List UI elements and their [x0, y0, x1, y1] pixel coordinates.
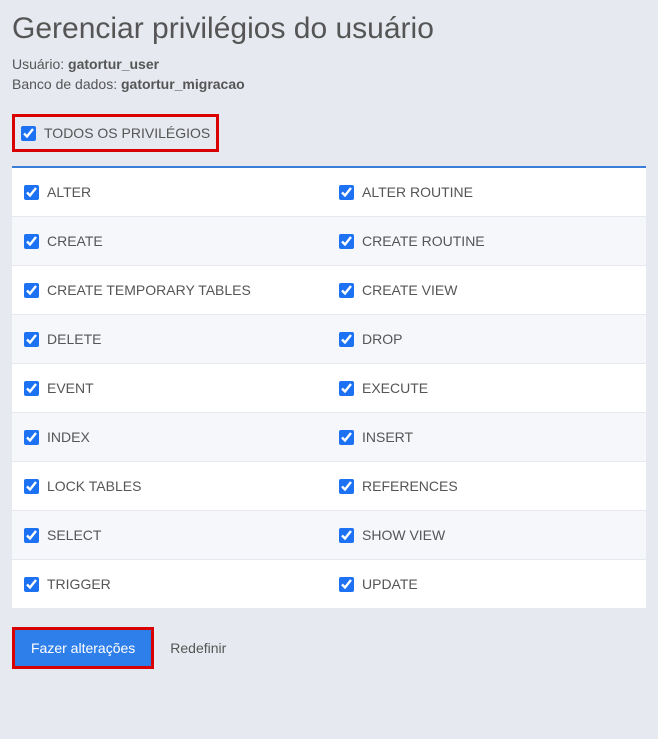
- privilege-label: LOCK TABLES: [47, 478, 141, 494]
- reset-button[interactable]: Redefinir: [170, 640, 226, 656]
- privilege-cell: DROP: [329, 315, 646, 363]
- privilege-checkbox[interactable]: [339, 234, 354, 249]
- page-title: Gerenciar privilégios do usuário: [12, 12, 646, 46]
- privilege-row: EVENT EXECUTE: [12, 364, 646, 413]
- privilege-cell: ALTER ROUTINE: [329, 168, 646, 216]
- privilege-label: EVENT: [47, 380, 94, 396]
- database-line: Banco de dados: gatortur_migracao: [12, 76, 646, 92]
- privilege-checkbox[interactable]: [339, 528, 354, 543]
- user-label: Usuário:: [12, 56, 64, 72]
- privilege-label: DELETE: [47, 331, 101, 347]
- privilege-checkbox[interactable]: [24, 283, 39, 298]
- privilege-cell: EXECUTE: [329, 364, 646, 412]
- privilege-checkbox[interactable]: [339, 430, 354, 445]
- privilege-cell: CREATE ROUTINE: [329, 217, 646, 265]
- privilege-checkbox[interactable]: [24, 577, 39, 592]
- save-button[interactable]: Fazer alterações: [12, 627, 154, 669]
- all-privileges-label: TODOS OS PRIVILÉGIOS: [44, 125, 210, 141]
- privilege-cell: EVENT: [12, 364, 329, 412]
- privilege-cell: CREATE TEMPORARY TABLES: [12, 266, 329, 314]
- privilege-row: LOCK TABLES REFERENCES: [12, 462, 646, 511]
- privilege-checkbox[interactable]: [24, 332, 39, 347]
- privilege-row: CREATE TEMPORARY TABLES CREATE VIEW: [12, 266, 646, 315]
- privilege-cell: REFERENCES: [329, 462, 646, 510]
- privilege-cell: TRIGGER: [12, 560, 329, 608]
- privilege-row: ALTER ALTER ROUTINE: [12, 168, 646, 217]
- privilege-label: ALTER ROUTINE: [362, 184, 473, 200]
- privilege-cell: INSERT: [329, 413, 646, 461]
- privilege-row: DELETE DROP: [12, 315, 646, 364]
- database-label: Banco de dados:: [12, 76, 117, 92]
- privilege-checkbox[interactable]: [24, 234, 39, 249]
- user-line: Usuário: gatortur_user: [12, 56, 646, 72]
- privilege-label: CREATE ROUTINE: [362, 233, 485, 249]
- privilege-cell: UPDATE: [329, 560, 646, 608]
- privilege-row: CREATE CREATE ROUTINE: [12, 217, 646, 266]
- privilege-label: EXECUTE: [362, 380, 428, 396]
- privilege-cell: DELETE: [12, 315, 329, 363]
- all-privileges-checkbox[interactable]: [21, 126, 36, 141]
- privilege-checkbox[interactable]: [24, 430, 39, 445]
- privilege-label: INSERT: [362, 429, 413, 445]
- privilege-label: UPDATE: [362, 576, 418, 592]
- privilege-row: TRIGGER UPDATE: [12, 560, 646, 609]
- privilege-label: CREATE VIEW: [362, 282, 457, 298]
- privilege-checkbox[interactable]: [24, 528, 39, 543]
- privilege-row: SELECT SHOW VIEW: [12, 511, 646, 560]
- privilege-label: ALTER: [47, 184, 91, 200]
- all-privileges-row: TODOS OS PRIVILÉGIOS: [12, 114, 219, 152]
- privilege-checkbox[interactable]: [339, 577, 354, 592]
- privilege-label: CREATE: [47, 233, 103, 249]
- privilege-cell: SELECT: [12, 511, 329, 559]
- privilege-cell: CREATE: [12, 217, 329, 265]
- privilege-checkbox[interactable]: [24, 185, 39, 200]
- privilege-checkbox[interactable]: [339, 381, 354, 396]
- button-row: Fazer alterações Redefinir: [12, 627, 646, 669]
- privilege-label: TRIGGER: [47, 576, 111, 592]
- privilege-checkbox[interactable]: [24, 479, 39, 494]
- privilege-label: REFERENCES: [362, 478, 458, 494]
- privilege-cell: SHOW VIEW: [329, 511, 646, 559]
- user-value: gatortur_user: [68, 56, 159, 72]
- privilege-label: DROP: [362, 331, 402, 347]
- privilege-checkbox[interactable]: [24, 381, 39, 396]
- privilege-cell: INDEX: [12, 413, 329, 461]
- privilege-cell: CREATE VIEW: [329, 266, 646, 314]
- privilege-cell: ALTER: [12, 168, 329, 216]
- privilege-row: INDEX INSERT: [12, 413, 646, 462]
- privileges-grid: ALTERALTER ROUTINECREATECREATE ROUTINECR…: [12, 168, 646, 609]
- privilege-checkbox[interactable]: [339, 283, 354, 298]
- database-value: gatortur_migracao: [121, 76, 245, 92]
- privilege-label: CREATE TEMPORARY TABLES: [47, 282, 251, 298]
- privilege-checkbox[interactable]: [339, 332, 354, 347]
- privilege-checkbox[interactable]: [339, 479, 354, 494]
- privilege-cell: LOCK TABLES: [12, 462, 329, 510]
- privilege-label: SHOW VIEW: [362, 527, 445, 543]
- privilege-checkbox[interactable]: [339, 185, 354, 200]
- privilege-label: SELECT: [47, 527, 101, 543]
- privilege-label: INDEX: [47, 429, 90, 445]
